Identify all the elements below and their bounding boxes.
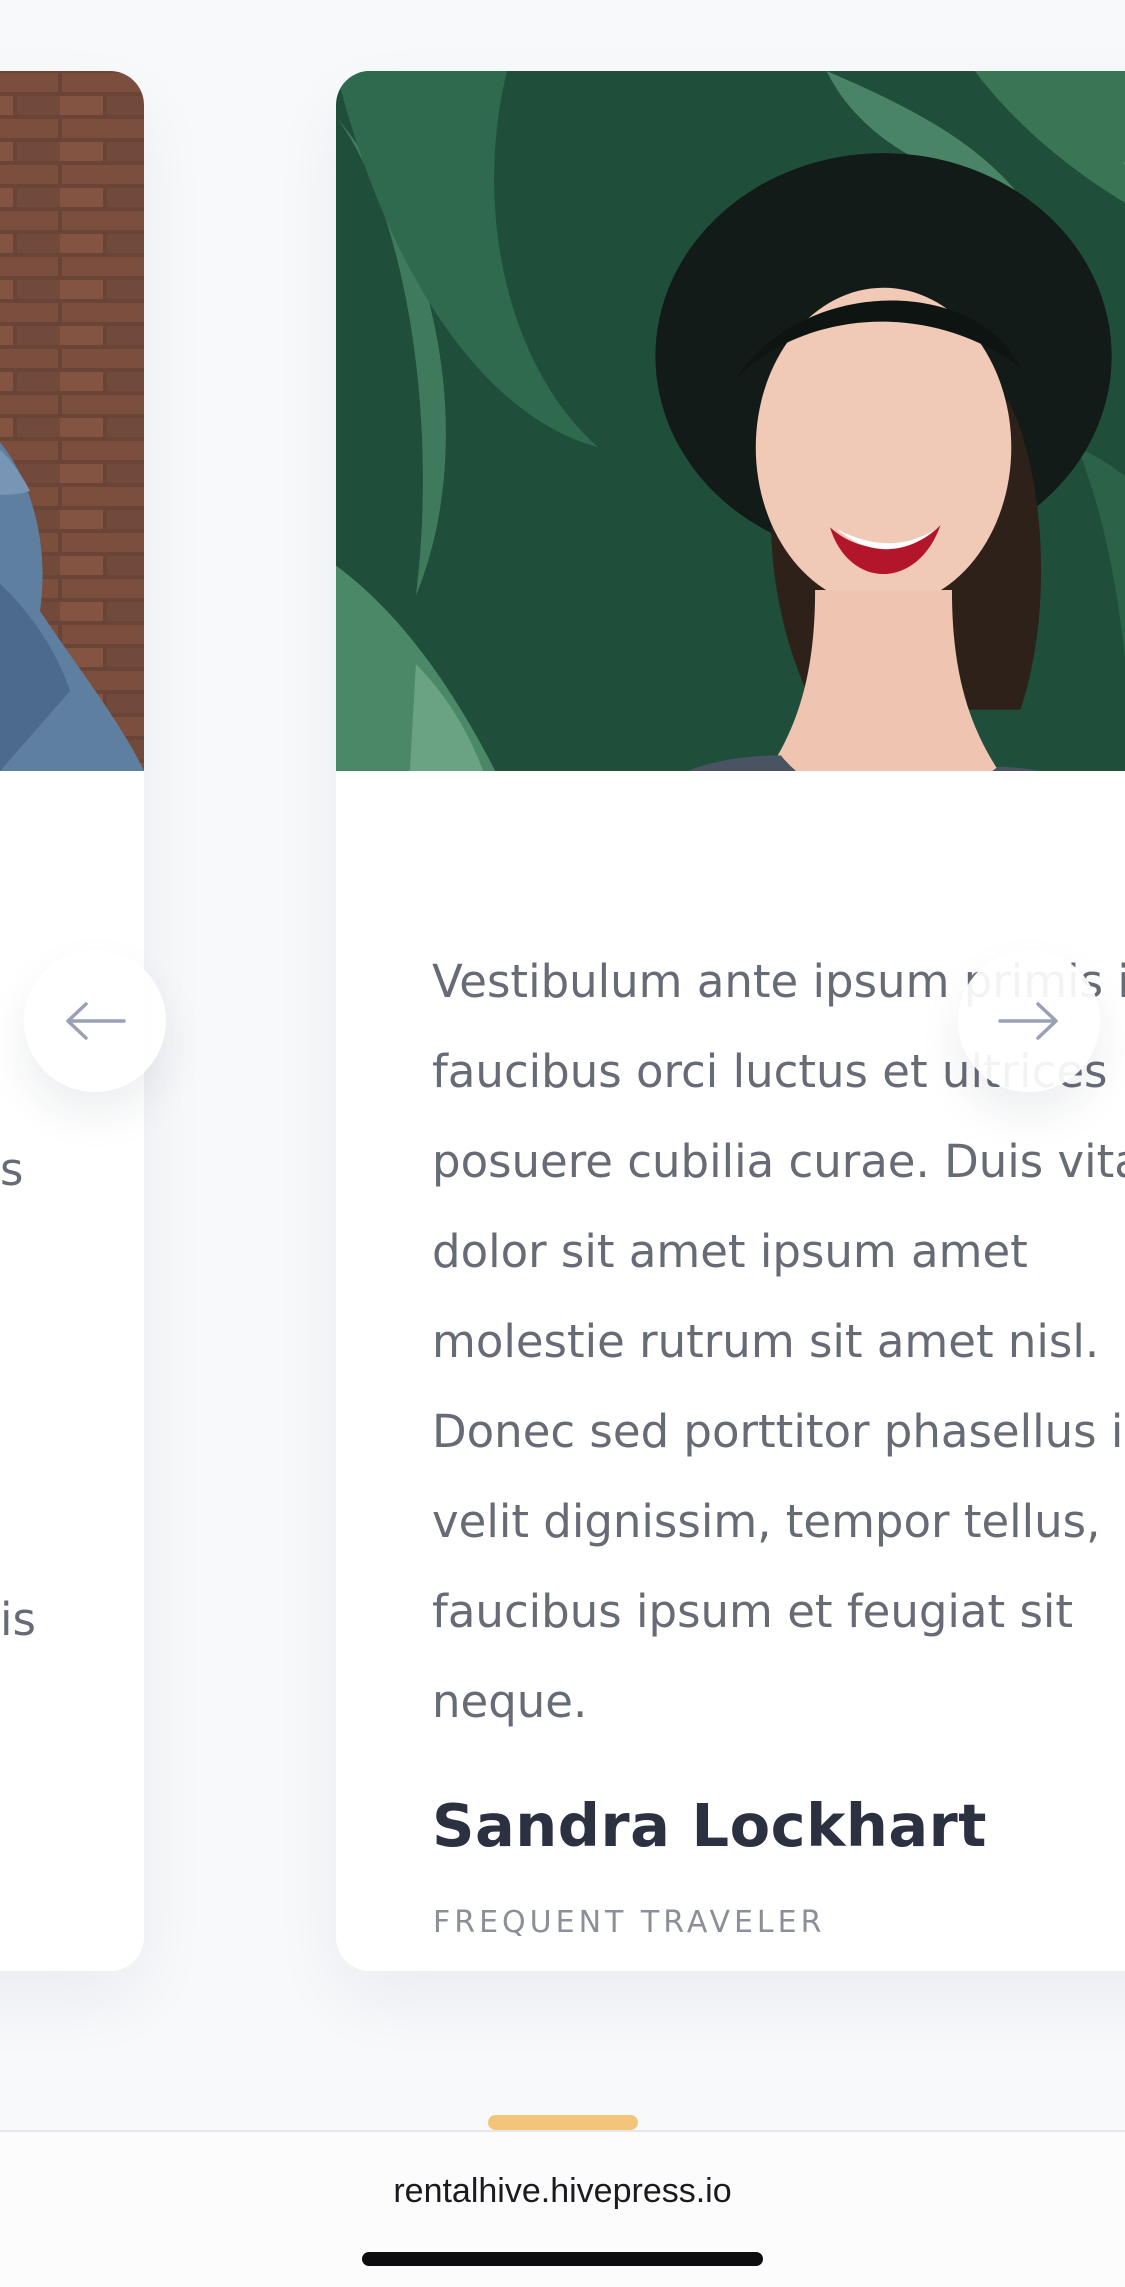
- carousel-pager-active-indicator[interactable]: [488, 2115, 638, 2130]
- carousel-prev-button[interactable]: [24, 950, 166, 1092]
- arrow-left-icon: [66, 1002, 126, 1040]
- home-indicator: [362, 2252, 763, 2266]
- testimonial-photo-previous: [0, 71, 144, 771]
- quote-fragment: is: [0, 1593, 36, 1646]
- quote-fragment: s: [0, 1143, 24, 1196]
- testimonial-photo: [336, 71, 1125, 771]
- browser-url[interactable]: rentalhive.hivepress.io: [0, 2172, 1125, 2211]
- testimonial-author-role: FREQUENT TRAVELER: [433, 1905, 826, 1940]
- arrow-right-icon: [998, 1002, 1058, 1040]
- testimonials-section: s is Vestibulum ante ipsum i faucibus or…: [0, 0, 1125, 2130]
- carousel-next-button[interactable]: [958, 950, 1100, 1092]
- testimonial-author-name: Sandra Lockhart: [432, 1791, 987, 1860]
- browser-address-bar: rentalhive.hivepress.io: [0, 2130, 1125, 2287]
